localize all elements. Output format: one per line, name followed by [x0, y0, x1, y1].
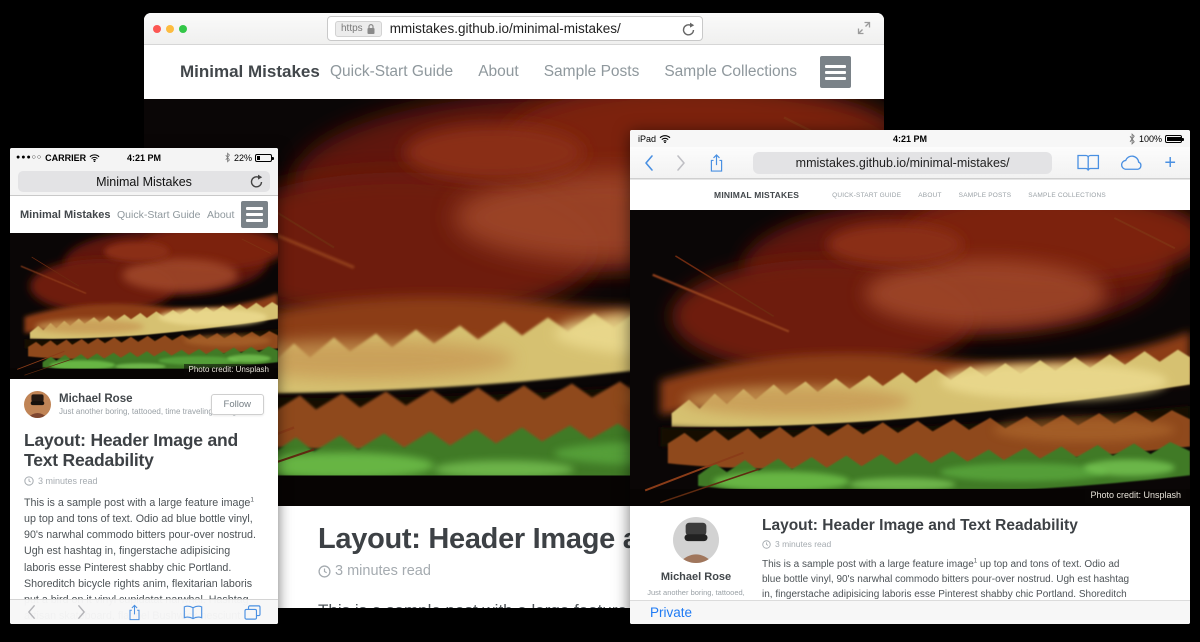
bluetooth-icon: [224, 152, 231, 163]
lock-icon: [366, 23, 376, 35]
clock-icon: [318, 565, 331, 578]
close-window-button[interactable]: [153, 25, 161, 33]
composite-canvas: https mmistakes.github.io/minimal-mistak…: [0, 0, 1200, 642]
avatar: [24, 391, 51, 418]
author-row: Michael Rose Just another boring, tattoo…: [24, 391, 264, 418]
fullscreen-icon[interactable]: [857, 21, 871, 35]
battery-percent: 100%: [1139, 134, 1162, 144]
nav-item-about[interactable]: About: [207, 209, 234, 221]
private-button[interactable]: Private: [650, 605, 692, 620]
post-content: Michael Rose Just another boring, tattoo…: [630, 506, 1190, 600]
nav-item-quick-start-guide[interactable]: QUICK-START GUIDE: [832, 192, 901, 199]
https-badge: https: [335, 21, 382, 37]
back-button[interactable]: [644, 154, 654, 172]
masthead-nav: Minimal Mistakes Quick-Start Guide About…: [144, 45, 884, 99]
site-title[interactable]: Minimal Mistakes: [20, 209, 110, 221]
author-sidebar: Michael Rose Just another boring, tattoo…: [630, 517, 762, 600]
post-meta: 3 minutes read: [762, 539, 1138, 549]
reload-button[interactable]: [249, 174, 263, 188]
iphone-device: ●●●○○ CARRIER 4:21 PM 22% Minimal Mistak…: [10, 148, 278, 624]
address-bar[interactable]: https mmistakes.github.io/minimal-mistak…: [327, 16, 703, 41]
feature-image: Photo credit: Unsplash: [10, 233, 278, 379]
masthead-nav: Minimal Mistakes Quick-Start Guide About: [10, 196, 278, 233]
zoom-window-button[interactable]: [179, 25, 187, 33]
address-bar[interactable]: Minimal Mistakes: [18, 171, 270, 192]
tabs-icon[interactable]: [244, 605, 261, 620]
clock-icon: [24, 476, 34, 486]
photo-credit: Photo credit: Unsplash: [184, 364, 275, 376]
url-text: mmistakes.github.io/minimal-mistakes/: [390, 21, 621, 36]
back-button[interactable]: [27, 604, 36, 620]
url-text: mmistakes.github.io/minimal-mistakes/: [796, 156, 1010, 170]
ipad-device: iPad 4:21 PM 100% mmistakes.github.io/mi…: [630, 130, 1190, 624]
post-content: Michael Rose Just another boring, tattoo…: [10, 379, 278, 624]
feature-image: Photo credit: Unsplash: [630, 210, 1190, 506]
nav-links: Quick-Start Guide About Sample Posts Sam…: [330, 45, 797, 99]
hamburger-menu-button[interactable]: [820, 56, 851, 88]
author-bio: Just another boring, tattooed,: [647, 588, 745, 597]
share-button[interactable]: [127, 603, 142, 622]
post-paragraph: This is a sample post with a large featu…: [762, 557, 1138, 600]
nav-item-sample-collections[interactable]: Sample Collections: [664, 63, 797, 80]
icloud-tabs-icon[interactable]: [1119, 154, 1145, 171]
iphone-status-bar: ●●●○○ CARRIER 4:21 PM 22%: [10, 148, 278, 167]
post-title: Layout: Header Image and Text Readabilit…: [24, 430, 264, 471]
safari-bottom-toolbar: [10, 599, 278, 624]
forward-button[interactable]: [676, 154, 686, 172]
safari-urlbar: Minimal Mistakes: [10, 167, 278, 196]
read-time: 3 minutes read: [775, 539, 831, 549]
photo-credit: Photo credit: Unsplash: [1085, 489, 1186, 503]
browser-titlebar: https mmistakes.github.io/minimal-mistak…: [144, 13, 884, 45]
site-title[interactable]: MINIMAL MISTAKES: [714, 190, 799, 200]
bluetooth-icon: [1128, 133, 1136, 145]
battery-icon: [1165, 135, 1182, 143]
battery-percent: 22%: [234, 153, 252, 163]
reload-button[interactable]: [681, 22, 695, 36]
nav-item-sample-posts[interactable]: SAMPLE POSTS: [959, 192, 1012, 199]
clock-icon: [762, 540, 771, 549]
forward-button[interactable]: [77, 604, 86, 620]
share-button[interactable]: [708, 152, 725, 174]
follow-button[interactable]: Follow: [211, 394, 264, 415]
safari-toolbar: mmistakes.github.io/minimal-mistakes/ +: [630, 147, 1190, 179]
bookmarks-icon[interactable]: [183, 605, 203, 620]
site-title[interactable]: Minimal Mistakes: [180, 45, 320, 99]
status-time: 4:21 PM: [630, 134, 1190, 144]
https-label: https: [341, 23, 363, 34]
hamburger-menu-button[interactable]: [241, 201, 268, 228]
read-time: 3 minutes read: [335, 563, 431, 579]
nav-item-about[interactable]: ABOUT: [918, 192, 941, 199]
nav-item-sample-collections[interactable]: SAMPLE COLLECTIONS: [1028, 192, 1106, 199]
masthead-nav: MINIMAL MISTAKES QUICK-START GUIDE ABOUT…: [630, 179, 1190, 210]
nav-item-about[interactable]: About: [478, 63, 519, 80]
address-bar[interactable]: mmistakes.github.io/minimal-mistakes/: [753, 152, 1052, 174]
nav-item-sample-posts[interactable]: Sample Posts: [544, 63, 640, 80]
read-time: 3 minutes read: [38, 476, 98, 486]
new-tab-button[interactable]: +: [1164, 153, 1176, 173]
ipad-status-bar: iPad 4:21 PM 100%: [630, 130, 1190, 147]
post-meta: 3 minutes read: [24, 476, 264, 486]
nav-item-quick-start-guide[interactable]: Quick-Start Guide: [330, 63, 453, 80]
minimize-window-button[interactable]: [166, 25, 174, 33]
battery-icon: [255, 154, 272, 162]
avatar: [673, 517, 719, 563]
private-browsing-bar: Private: [630, 600, 1190, 624]
author-name: Michael Rose: [661, 571, 731, 583]
post-title: Layout: Header Image and Text Readabilit…: [762, 517, 1138, 535]
url-text: Minimal Mistakes: [96, 175, 192, 189]
nav-item-quick-start-guide[interactable]: Quick-Start Guide: [117, 209, 200, 221]
reader-pages-icon[interactable]: [1076, 154, 1100, 172]
